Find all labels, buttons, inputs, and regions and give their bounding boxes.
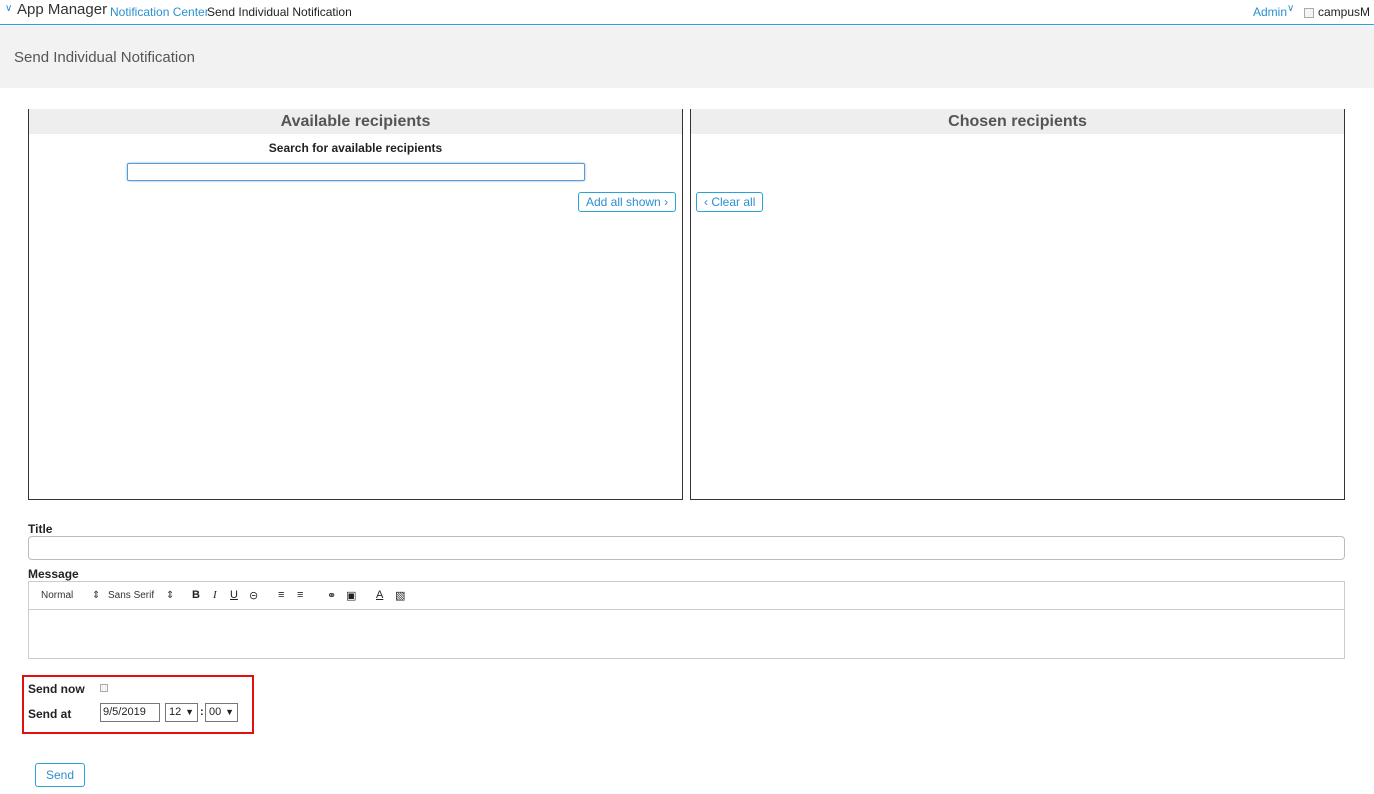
breadcrumb-notification-center[interactable]: Notification Center	[110, 5, 209, 19]
breadcrumb-current: Send Individual Notification	[207, 5, 352, 19]
available-recipients-heading: Available recipients	[29, 109, 682, 134]
bold-button[interactable]: B	[192, 589, 200, 601]
add-all-shown-button[interactable]: Add all shown ›	[578, 192, 677, 212]
send-now-label: Send now	[28, 682, 85, 696]
italic-button[interactable]: I	[213, 589, 217, 601]
text-color-icon[interactable]: A	[376, 589, 383, 601]
message-editor: Normal ⇕ Sans Serif ⇕ B I U ⊝ ≡ ≡ ⚭ ▣ A …	[28, 581, 1345, 659]
send-at-label: Send at	[28, 707, 72, 721]
clear-all-label: Clear all	[711, 195, 756, 209]
updown-arrows-icon[interactable]: ⇕	[92, 590, 100, 601]
logo-text: campusM	[1318, 5, 1371, 19]
updown-arrows-icon[interactable]: ⇕	[166, 590, 174, 601]
send-at-date-input[interactable]: 9/5/2019	[100, 703, 160, 722]
chevron-right-icon: ›	[664, 195, 669, 209]
send-at-hour-select[interactable]: 12 ▼	[165, 703, 198, 722]
app-title[interactable]: App Manager	[17, 1, 107, 18]
send-at-minute-select[interactable]: 00 ▼	[205, 703, 238, 722]
dropdown-arrow-icon: ▼	[185, 707, 194, 717]
hour-value: 12	[169, 706, 182, 718]
chevron-down-icon[interactable]: ∨	[5, 3, 12, 14]
message-label: Message	[28, 567, 79, 581]
broken-image-icon	[1304, 8, 1314, 18]
user-menu[interactable]: Admin	[1253, 5, 1287, 19]
clear-format-icon[interactable]: ▧	[395, 589, 405, 602]
image-icon[interactable]: ▣	[346, 589, 356, 602]
page-header: Send Individual Notification	[0, 26, 1374, 88]
chevron-down-icon[interactable]: ∨	[1287, 3, 1294, 14]
clear-all-button[interactable]: ‹ Clear all	[696, 192, 764, 212]
editor-toolbar: Normal ⇕ Sans Serif ⇕ B I U ⊝ ≡ ≡ ⚭ ▣ A …	[29, 582, 1344, 610]
time-separator: :	[200, 706, 204, 718]
underline-button[interactable]: U	[230, 589, 238, 601]
font-select[interactable]: Sans Serif	[108, 590, 154, 601]
chosen-recipients-panel: Chosen recipients ‹ Clear all	[690, 109, 1345, 500]
search-label: Search for available recipients	[268, 141, 443, 155]
link-icon[interactable]: ⚭	[327, 589, 336, 602]
ordered-list-icon[interactable]: ≡	[278, 589, 284, 601]
strike-icon[interactable]: ⊝	[249, 589, 258, 602]
page-title: Send Individual Notification	[14, 49, 195, 66]
top-nav: ∨ App Manager Notification Center Send I…	[0, 0, 1374, 25]
add-all-label: Add all shown	[586, 195, 661, 209]
title-input[interactable]	[28, 536, 1345, 560]
chosen-recipients-heading: Chosen recipients	[691, 109, 1344, 134]
minute-value: 00	[209, 706, 222, 718]
message-body[interactable]	[29, 610, 1344, 658]
available-recipients-panel: Available recipients Search for availabl…	[28, 109, 683, 500]
send-button[interactable]: Send	[35, 763, 86, 787]
chevron-left-icon: ‹	[704, 195, 708, 209]
title-label: Title	[28, 522, 53, 536]
dropdown-arrow-icon: ▼	[225, 707, 234, 717]
paragraph-format-select[interactable]: Normal	[41, 590, 73, 601]
send-now-checkbox[interactable]	[100, 684, 108, 692]
search-input[interactable]	[127, 163, 585, 181]
bullet-list-icon[interactable]: ≡	[297, 589, 303, 601]
